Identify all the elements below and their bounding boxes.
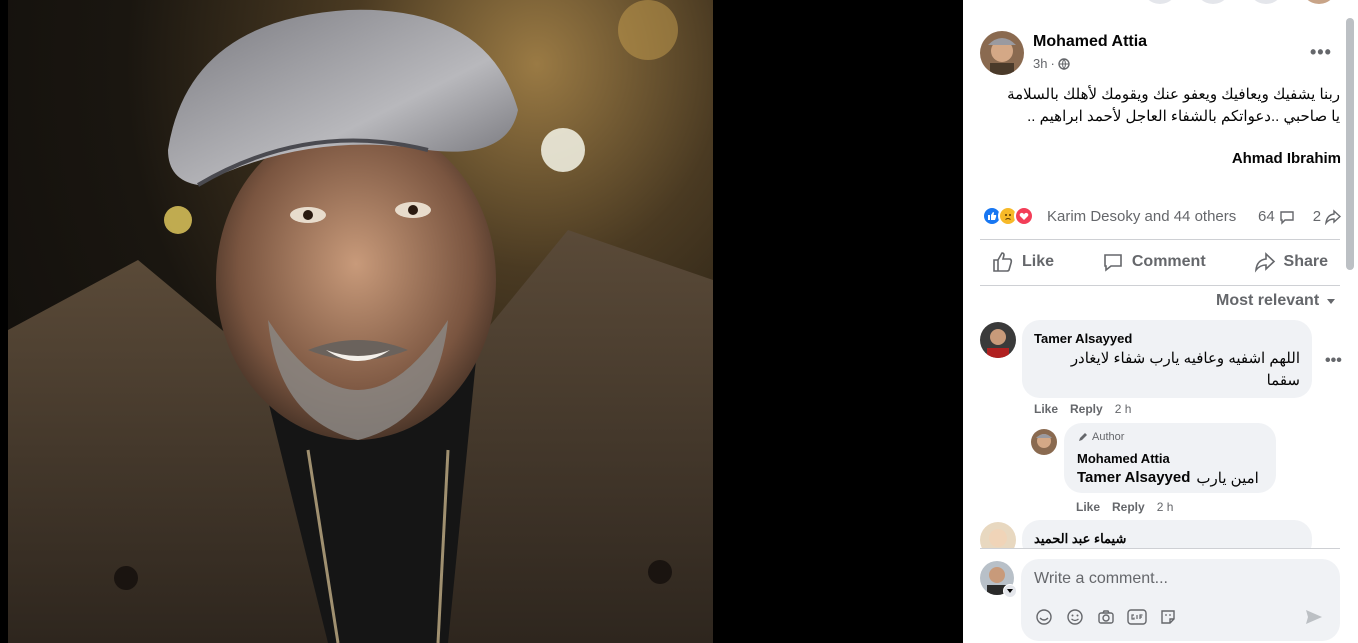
avatar-sticker-icon[interactable] (1034, 607, 1054, 627)
divider (980, 285, 1340, 286)
post-mention-link[interactable]: Ahmad Ibrahim (1232, 150, 1341, 167)
thumbs-up-icon (993, 252, 1013, 272)
emoji-icon[interactable] (1065, 607, 1085, 627)
comment-button[interactable]: Comment (1090, 251, 1218, 273)
post-time[interactable]: 3h (1033, 56, 1047, 71)
comment-partial-clip: شيماء عبد الحميد (963, 520, 1348, 548)
post-text: ربنا يشفيك ويعافيك ويعفو عنك ويقومك لأهل… (1007, 86, 1340, 125)
pen-icon (1079, 433, 1087, 441)
comment-sort-dropdown[interactable]: Most relevant (1216, 292, 1337, 310)
comment-author[interactable]: Tamer Alsayyed (1034, 331, 1132, 346)
post-photo[interactable] (8, 0, 713, 643)
share-icon (1254, 252, 1275, 273)
engagement-counts: 64 2 (1258, 208, 1342, 225)
comment-options-icon[interactable]: ••• (1325, 352, 1342, 370)
reply-reply-link[interactable]: Reply (1112, 500, 1145, 514)
scrollbar[interactable] (1346, 18, 1354, 270)
divider (980, 239, 1340, 240)
sticker-icon[interactable] (1158, 607, 1178, 627)
photo-illustration (8, 0, 713, 643)
reply-text-row: Tamer Alsayyed امين يارب (1077, 469, 1259, 487)
commenter-avatar[interactable] (980, 522, 1016, 548)
love-reaction-icon (1014, 206, 1034, 226)
reply-mention-link[interactable]: Tamer Alsayyed (1077, 469, 1190, 487)
like-button[interactable]: Like (980, 251, 1066, 273)
comment-actions: Like Reply 2 h (1034, 402, 1131, 416)
comment-icon (1104, 254, 1122, 272)
post-options-icon[interactable]: ••• (1310, 42, 1332, 63)
comment-count-icon (1279, 210, 1294, 225)
reply-author-avatar[interactable] (1031, 429, 1057, 455)
comment-reply-link[interactable]: Reply (1070, 402, 1103, 416)
post-actions: Like Comment Share (980, 244, 1340, 280)
comment-input[interactable]: Write a comment... (1034, 570, 1168, 588)
post-meta: 3h · (1033, 56, 1070, 71)
reactions-summary[interactable]: Karim Desoky and 44 others (1047, 208, 1236, 225)
composer-tools (1034, 607, 1178, 627)
post-author-name[interactable]: Mohamed Attia (1033, 33, 1147, 51)
globe-icon (1058, 57, 1070, 70)
reply-like-link[interactable]: Like (1076, 500, 1100, 514)
comment-author[interactable]: شيماء عبد الحميد (1034, 531, 1126, 547)
share-button[interactable]: Share (1242, 251, 1340, 273)
reaction-icons[interactable] (982, 206, 1034, 226)
photo-viewer (0, 0, 963, 643)
reply-time[interactable]: 2 h (1157, 500, 1174, 514)
author-avatar[interactable] (980, 31, 1024, 75)
reply-author[interactable]: Mohamed Attia (1077, 451, 1170, 466)
author-badge: Author (1077, 431, 1124, 443)
account-switch-icon[interactable] (1003, 584, 1017, 598)
send-icon[interactable] (1304, 607, 1324, 632)
divider (980, 548, 1340, 549)
camera-icon[interactable] (1096, 607, 1116, 627)
commenter-avatar[interactable] (980, 322, 1016, 358)
comment-time[interactable]: 2 h (1115, 402, 1132, 416)
comments-count[interactable]: 64 (1258, 208, 1275, 225)
comment-like-link[interactable]: Like (1034, 402, 1058, 416)
comment-text: اللهم اشفيه وعافيه يارب شفاء لايغادر سقم… (1070, 350, 1300, 389)
share-count-icon (1325, 208, 1342, 225)
reply-actions: Like Reply 2 h (1076, 500, 1173, 514)
shares-count[interactable]: 2 (1313, 208, 1321, 225)
gif-icon[interactable] (1127, 607, 1147, 627)
reply-text: امين يارب (1196, 470, 1259, 487)
caret-down-icon (1327, 299, 1336, 304)
